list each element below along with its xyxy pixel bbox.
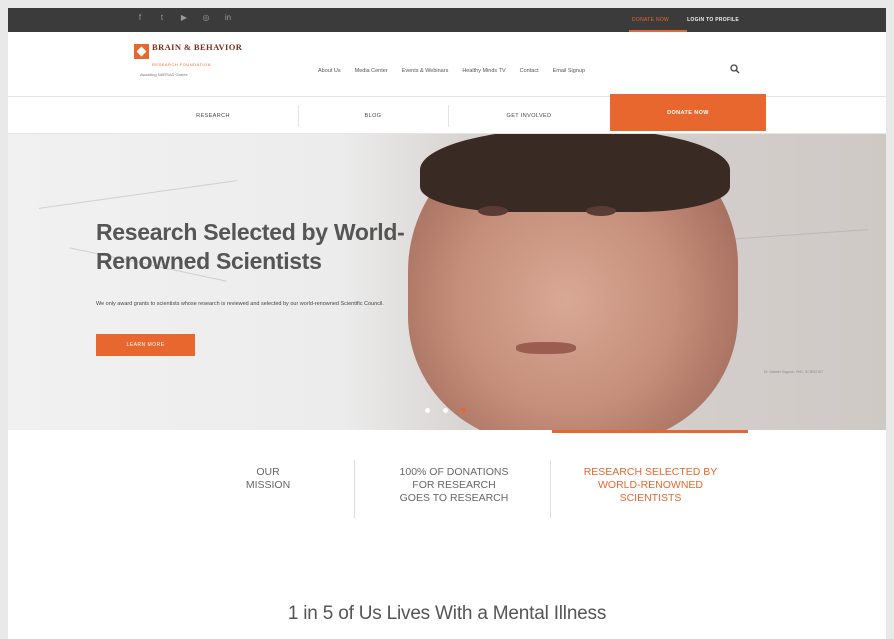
site-logo[interactable]: BRAIN & BEHAVIOR RESEARCH FOUNDATION Awa…: [134, 42, 274, 86]
linkedin-icon[interactable]: in: [224, 14, 232, 22]
tab-research[interactable]: RESEARCH: [128, 97, 298, 134]
hero-caption: Dr. Gabriel Gagnon, PhD, SCIENTIST: [764, 370, 824, 374]
feature-research-selected[interactable]: RESEARCH SELECTED BY WORLD-RENOWNED SCIE…: [553, 466, 748, 505]
feature-divider: [354, 460, 355, 518]
logo-subtitle: RESEARCH FOUNDATION: [152, 62, 211, 67]
site-header: BRAIN & BEHAVIOR RESEARCH FOUNDATION Awa…: [8, 32, 886, 96]
nav-events-webinars[interactable]: Events & Webinars: [402, 68, 449, 74]
social-links: f t ▶ ◎ in: [136, 14, 232, 22]
hero-portrait-eye: [586, 206, 616, 216]
nav-about-us[interactable]: About Us: [318, 68, 341, 74]
nav-media-center[interactable]: Media Center: [355, 68, 388, 74]
board-scribble: [728, 229, 868, 240]
feature-donations[interactable]: 100% OF DONATIONS FOR RESEARCH GOES TO R…: [364, 466, 544, 505]
feature-divider: [550, 460, 551, 518]
feature-our-mission[interactable]: OUR MISSION: [208, 466, 328, 492]
search-icon[interactable]: [730, 64, 740, 74]
login-link[interactable]: LOGIN TO PROFILE: [687, 17, 739, 23]
hero-portrait-mouth: [516, 342, 576, 354]
nav-healthy-minds-tv[interactable]: Healthy Minds TV: [462, 68, 505, 74]
hero-portrait-brow: [470, 184, 516, 191]
hero-portrait-brow: [580, 184, 626, 191]
hero-portrait-hair: [420, 134, 730, 212]
feature-tabs: OUR MISSION 100% OF DONATIONS FOR RESEAR…: [8, 430, 886, 526]
slider-dot-active[interactable]: [461, 408, 466, 413]
slider-dots: [425, 408, 466, 413]
instagram-icon[interactable]: ◎: [202, 14, 210, 22]
section-headline: 1 in 5 of Us Lives With a Mental Illness: [287, 603, 607, 624]
hero-title: Research Selected by World-Renowned Scie…: [96, 219, 405, 274]
tab-get-involved[interactable]: GET INVOLVED: [448, 97, 610, 134]
tab-donate-now[interactable]: DONATE NOW: [610, 94, 766, 131]
tab-blog[interactable]: BLOG: [298, 97, 448, 134]
feature-active-indicator: [552, 430, 748, 433]
logo-tagline: Awarding NARSAD Grants: [140, 72, 188, 77]
hero-text: We only award grants to scientists whose…: [96, 301, 384, 307]
hero-slider: Research Selected by World-Renowned Scie…: [8, 134, 886, 430]
hero-portrait-eye: [478, 206, 508, 216]
slider-dot[interactable]: [425, 408, 430, 413]
top-donate-link[interactable]: DONATE NOW: [632, 17, 669, 23]
browser-page: f t ▶ ◎ in DONATE NOW LOGIN TO PROFILE B…: [8, 8, 886, 639]
youtube-icon[interactable]: ▶: [180, 14, 188, 22]
top-bar: f t ▶ ◎ in DONATE NOW LOGIN TO PROFILE: [8, 8, 886, 32]
logo-name: BRAIN & BEHAVIOR: [152, 42, 243, 52]
learn-more-button[interactable]: LEARN MORE: [96, 334, 195, 356]
logo-mark-icon: [134, 44, 149, 59]
board-scribble: [38, 180, 238, 209]
nav-contact[interactable]: Contact: [520, 68, 539, 74]
facebook-icon[interactable]: f: [136, 14, 144, 22]
top-links: DONATE NOW LOGIN TO PROFILE: [632, 8, 739, 32]
slider-dot[interactable]: [443, 408, 448, 413]
twitter-icon[interactable]: t: [158, 14, 166, 22]
nav-email-signup[interactable]: Email Signup: [553, 68, 585, 74]
main-nav: About Us Media Center Events & Webinars …: [318, 68, 585, 74]
